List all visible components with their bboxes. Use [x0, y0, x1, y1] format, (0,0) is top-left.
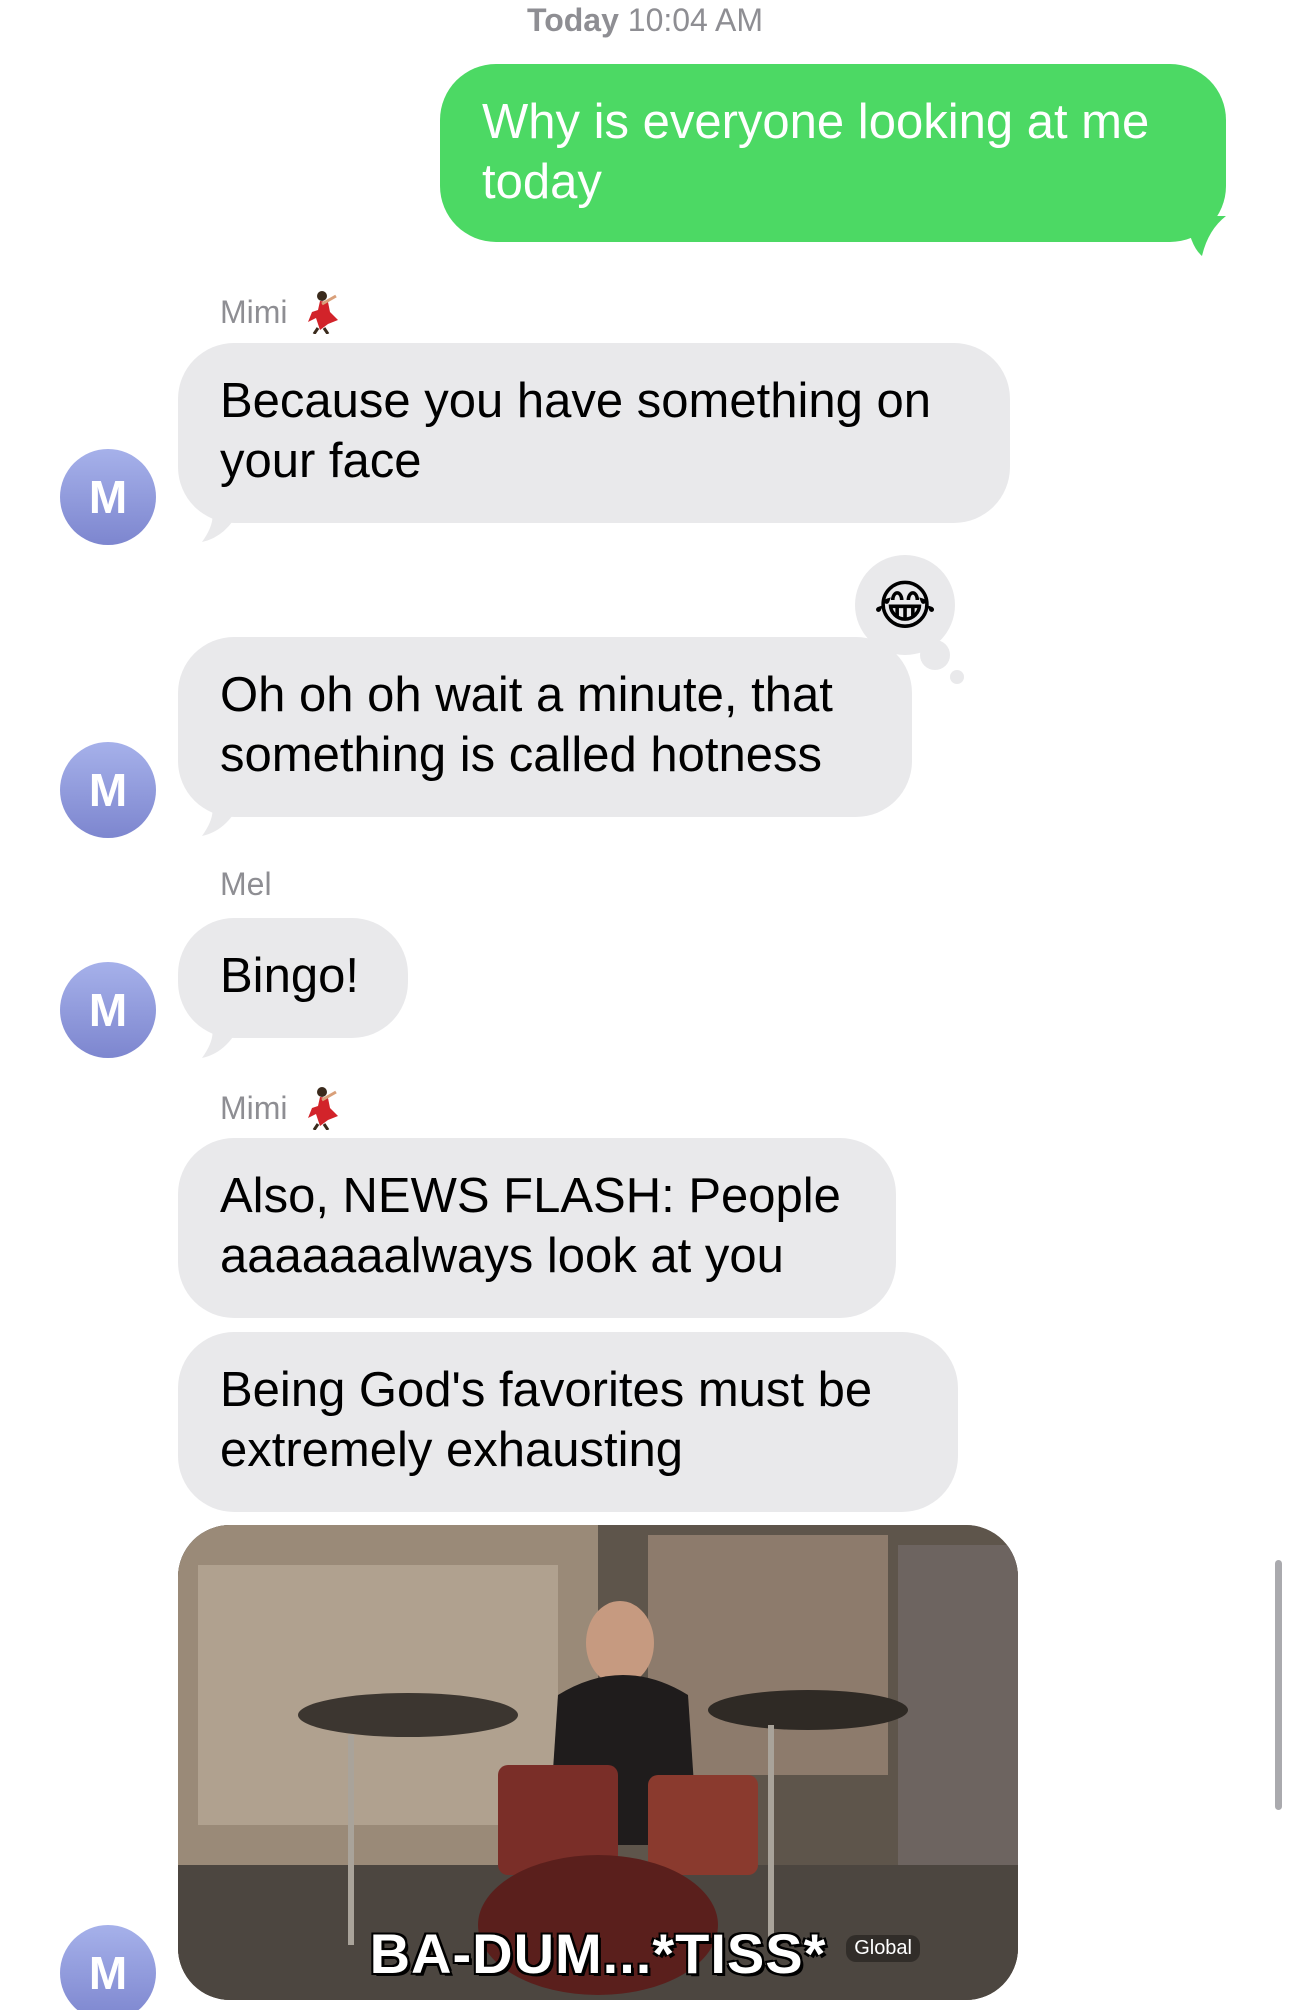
- incoming-bubble-tail: [202, 1016, 244, 1058]
- timestamp-time: 10:04 AM: [627, 2, 763, 38]
- sender-name-mimi: Mimi: [220, 1086, 340, 1130]
- message-text: Bingo!: [220, 949, 359, 1003]
- avatar[interactable]: M: [60, 962, 156, 1058]
- sender-name-mel: Mel: [220, 866, 272, 902]
- message-text: Being God's favorites must be extremely …: [220, 1363, 873, 1477]
- incoming-message-bubble[interactable]: Also, NEWS FLASH: People aaaaaaalways lo…: [178, 1138, 896, 1318]
- incoming-bubble-tail: [202, 500, 244, 542]
- incoming-bubble-tail: [202, 794, 244, 836]
- conversation-timestamp: Today 10:04 AM: [0, 2, 1290, 39]
- gif-attachment[interactable]: BA-DUM...*TISS* Global: [178, 1525, 1018, 2000]
- timestamp-day: Today: [527, 2, 619, 38]
- messages-screen: Today 10:04 AM Why is everyone looking a…: [0, 0, 1290, 2010]
- scrollbar[interactable]: [1275, 1560, 1282, 1810]
- reaction-tail-dot-small: [950, 670, 964, 684]
- message-text: Oh oh oh wait a minute, that something i…: [220, 668, 833, 782]
- dancer-icon: [307, 1087, 338, 1130]
- incoming-message-bubble[interactable]: Being God's favorites must be extremely …: [178, 1332, 958, 1512]
- dancer-icon: [307, 291, 338, 334]
- avatar[interactable]: M: [60, 449, 156, 545]
- reaction-tail-dot: [920, 640, 950, 670]
- message-text: Also, NEWS FLASH: People aaaaaaalways lo…: [220, 1169, 841, 1283]
- gif-logo: Global: [846, 1935, 920, 1962]
- message-text: Because you have something on your face: [220, 374, 931, 488]
- incoming-message-bubble[interactable]: Oh oh oh wait a minute, that something i…: [178, 637, 912, 817]
- avatar[interactable]: M: [60, 1925, 156, 2010]
- incoming-message-bubble[interactable]: Because you have something on your face: [178, 343, 1010, 523]
- outgoing-bubble-tail: [1186, 216, 1226, 256]
- sender-name-mimi: Mimi: [220, 290, 340, 334]
- message-text: Why is everyone looking at me today: [482, 95, 1150, 209]
- laughing-emoji-icon: 😂: [873, 575, 937, 636]
- outgoing-message-bubble[interactable]: Why is everyone looking at me today: [440, 64, 1226, 242]
- avatar[interactable]: M: [60, 742, 156, 838]
